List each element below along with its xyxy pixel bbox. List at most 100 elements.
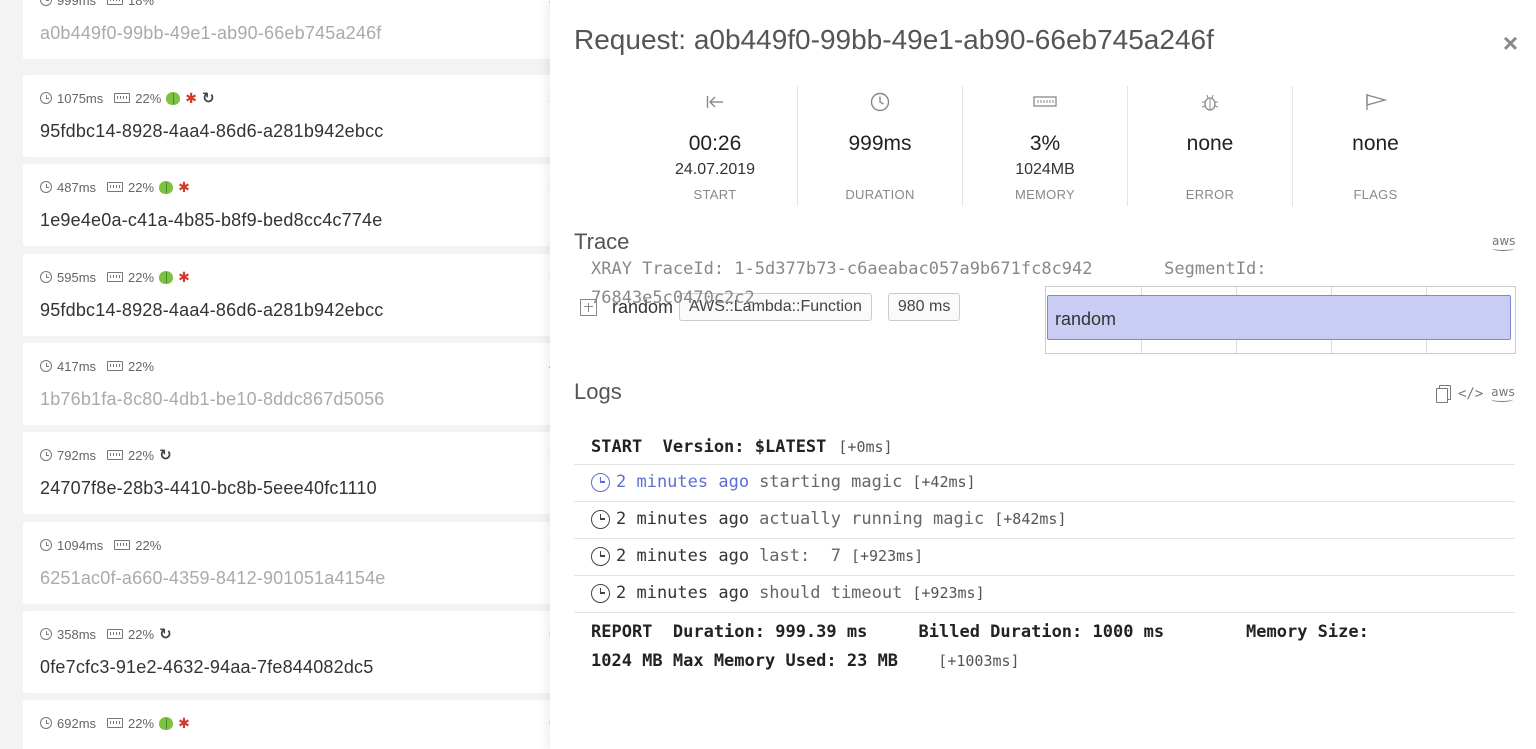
stats-bar: 00:26 24.07.2019 START 999ms DURATION 3%… — [633, 86, 1458, 206]
item-request-id: 0fe7cfc3-91e2-4632-94aa-7fe844082dc5 — [40, 657, 374, 677]
request-detail-panel: Request: a0b449f0-99bb-49e1-ab90-66eb745… — [550, 0, 1536, 749]
list-item[interactable]: 595ms22%✱3 m95fdbc14-8928-4aa4-86d6-a281… — [23, 254, 563, 336]
item-memory: 22% — [128, 626, 155, 642]
log-row[interactable]: 2 minutes ago starting magic [+42ms] — [574, 465, 1515, 502]
log-offset: [+923ms] — [912, 584, 985, 602]
code-icon[interactable]: </> — [1458, 386, 1483, 402]
item-request-id: 24707f8e-28b3-4410-bc8b-5eee40fc1110 — [40, 478, 377, 498]
log-offset: [+42ms] — [912, 473, 976, 491]
list-item[interactable]: 999ms18%aa0b449f0-99bb-49e1-ab90-66eb745… — [23, 0, 563, 59]
memory-icon — [107, 629, 124, 639]
panel-title: Request: a0b449f0-99bb-49e1-ab90-66eb745… — [574, 24, 1214, 55]
stat-start: 00:26 24.07.2019 START — [633, 86, 798, 206]
brain-icon — [159, 716, 174, 730]
list-item[interactable]: 358ms22%↻6 m0fe7cfc3-91e2-4632-94aa-7fe8… — [23, 611, 563, 693]
memory-icon — [107, 361, 124, 371]
clock-icon — [40, 0, 52, 6]
log-time: 2 minutes ago — [616, 546, 750, 566]
clock-icon — [40, 539, 52, 551]
brain-icon — [159, 270, 174, 284]
retry-icon: ↻ — [159, 625, 172, 643]
item-request-id: 1e9e4e0a-c41a-4b85-b8f9-bed8cc4c774e — [40, 210, 383, 230]
item-duration: 595ms — [57, 269, 97, 285]
item-duration: 1094ms — [57, 537, 104, 553]
item-meta: 595ms 22% ✱ — [40, 269, 190, 285]
log-time: 2 minutes ago — [616, 472, 750, 492]
invocation-list: 999ms18%aa0b449f0-99bb-49e1-ab90-66eb745… — [0, 0, 563, 749]
close-icon[interactable]: × — [1503, 28, 1518, 59]
item-request-id: 1b76b1fa-8c80-4db1-be10-8ddc867d5056 — [40, 389, 385, 409]
item-memory: 22% — [135, 537, 162, 553]
stat-duration: 999ms DURATION — [798, 86, 963, 206]
bug-icon — [1128, 92, 1292, 112]
item-duration: 692ms — [57, 715, 97, 731]
log-message: starting magic — [759, 472, 903, 492]
xray-line-1: XRAY TraceId: 1-5d377b73-c6aeabac057a9b6… — [591, 259, 1267, 279]
log-row[interactable]: 2 minutes ago actually running magic [+842… — [574, 502, 1515, 539]
trace-segment-bar[interactable]: random — [1047, 295, 1511, 340]
memory-icon — [107, 718, 124, 728]
clock-icon — [40, 92, 52, 104]
log-row[interactable]: 2 minutes ago last: 7 [+923ms] — [574, 539, 1515, 576]
retry-icon: ↻ — [202, 89, 215, 107]
item-duration: 417ms — [57, 358, 97, 374]
memory-icon — [963, 92, 1127, 112]
memory-icon — [114, 540, 131, 550]
clock-icon — [591, 546, 610, 566]
stat-error: none ERROR — [1128, 86, 1293, 206]
brain-icon — [159, 180, 174, 194]
memory-icon — [107, 0, 124, 5]
report-line-2-wrap: 1024 MB Max Memory Used: 23 MB [+1003ms] — [591, 651, 1020, 671]
item-duration: 487ms — [57, 179, 97, 195]
copy-icon[interactable] — [1436, 385, 1451, 403]
list-item[interactable]: 417ms22%4 m1b76b1fa-8c80-4db1-be10-8ddc8… — [23, 343, 563, 425]
item-request-id: a0b449f0-99bb-49e1-ab90-66eb745a246f — [40, 23, 382, 43]
item-meta: 358ms 22% ↻ — [40, 626, 172, 642]
stat-flags: none FLAGS — [1293, 86, 1458, 206]
list-item[interactable]: 1075ms22%✱↻2 m95fdbc14-8928-4aa4-86d6-a2… — [23, 75, 563, 157]
list-item[interactable]: 692ms22%✱6 m — [23, 700, 563, 749]
start-icon — [633, 92, 797, 112]
duration-label: DURATION — [845, 187, 915, 202]
error-value: none — [1186, 132, 1234, 155]
log-start-text: START Version: $LATEST — [591, 437, 827, 457]
trace-timeline: random — [1045, 286, 1516, 354]
trace-title: Trace — [574, 229, 630, 254]
item-memory: 22% — [128, 358, 155, 374]
error-label: ERROR — [1185, 187, 1235, 202]
memory-icon — [107, 450, 124, 460]
report-offset: [+1003ms] — [938, 652, 1020, 670]
item-duration: 999ms — [57, 0, 97, 8]
trace-duration-tag: 980 ms — [887, 293, 961, 321]
item-memory: 22% — [128, 447, 155, 463]
flags-value: none — [1352, 132, 1399, 155]
stat-memory: 3% 1024MB MEMORY — [963, 86, 1128, 206]
memory-value: 3% — [1029, 132, 1061, 155]
log-message: should timeout — [759, 583, 903, 603]
aws-trace-icon[interactable]: aws — [1492, 234, 1515, 251]
item-memory: 22% — [128, 715, 155, 731]
list-item[interactable]: 1094ms22%5 m6251ac0f-a660-4359-8412-9010… — [23, 522, 563, 604]
clock-icon — [40, 271, 52, 283]
log-time: 2 minutes ago — [616, 583, 750, 603]
memory-label: MEMORY — [1014, 187, 1076, 202]
item-memory: 22% — [128, 179, 155, 195]
list-item[interactable]: 487ms22%✱2 m1e9e4e0a-c41a-4b85-b8f9-bed8… — [23, 164, 563, 246]
log-tools: </> aws — [1436, 385, 1515, 403]
aws-logs-icon[interactable]: aws — [1491, 385, 1514, 402]
item-memory: 22% — [135, 90, 162, 106]
report-line-1: REPORT Duration: 999.39 ms Billed Durati… — [591, 622, 1369, 642]
clock-icon — [40, 360, 52, 372]
list-item[interactable]: 792ms22%↻5 m24707f8e-28b3-4410-bc8b-5eee… — [23, 432, 563, 514]
log-message: last: 7 — [759, 546, 841, 566]
clock-icon — [591, 472, 610, 492]
log-row[interactable]: 2 minutes ago should timeout [+923ms] — [574, 576, 1515, 613]
item-request-id: 6251ac0f-a660-4359-8412-901051a4154e — [40, 568, 386, 588]
report-line-2: 1024 MB Max Memory Used: 23 MB — [591, 651, 899, 671]
clock-icon — [40, 717, 52, 729]
bug-icon: ✱ — [178, 714, 190, 731]
item-duration: 1075ms — [57, 90, 104, 106]
flags-label: FLAGS — [1353, 187, 1398, 202]
item-duration: 792ms — [57, 447, 97, 463]
log-message: actually running magic — [759, 509, 985, 529]
